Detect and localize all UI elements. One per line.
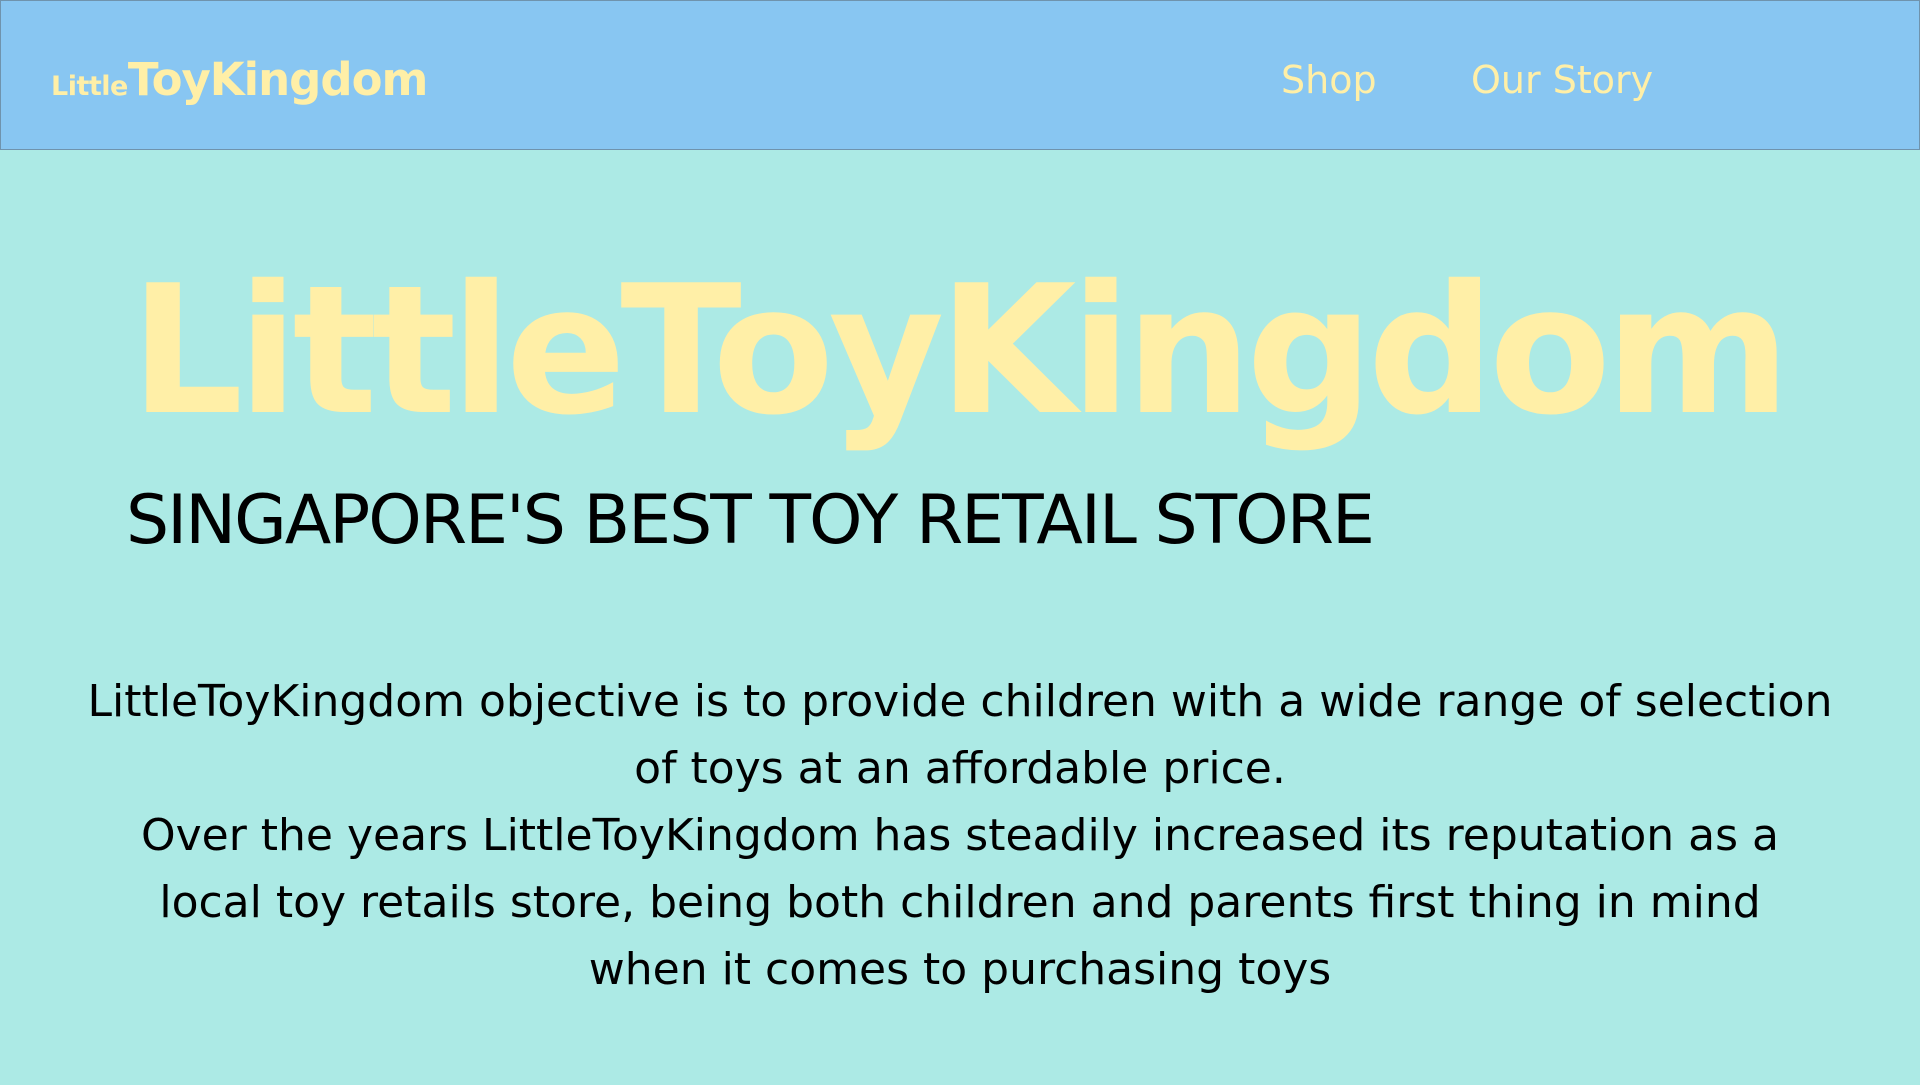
hero-subtitle: SINGAPORE'S BEST TOY RETAIL STORE	[126, 481, 1375, 560]
hero-title: LittleToyKingdom	[130, 247, 1791, 454]
nav-link-our-story[interactable]: Our Story	[1471, 58, 1653, 102]
store-description: LittleToyKingdom objective is to provide…	[60, 668, 1860, 1003]
top-navbar: LittleToyKingdom Shop Our Story	[0, 0, 1920, 150]
brand-toykingdom-text: ToyKingdom	[127, 53, 429, 106]
brand-logo-link[interactable]: LittleToyKingdom	[51, 53, 429, 106]
description-line: Over the years LittleToyKingdom has stea…	[140, 810, 1780, 861]
description-line: when it comes to purchasing toys	[588, 944, 1332, 995]
description-line: LittleToyKingdom objective is to provide…	[87, 676, 1833, 727]
brand-little-text: Little	[51, 71, 128, 102]
description-line: of toys at an affordable price.	[634, 743, 1286, 794]
nav-link-shop[interactable]: Shop	[1281, 58, 1377, 102]
description-line: local toy retails store, being both chil…	[159, 877, 1761, 928]
